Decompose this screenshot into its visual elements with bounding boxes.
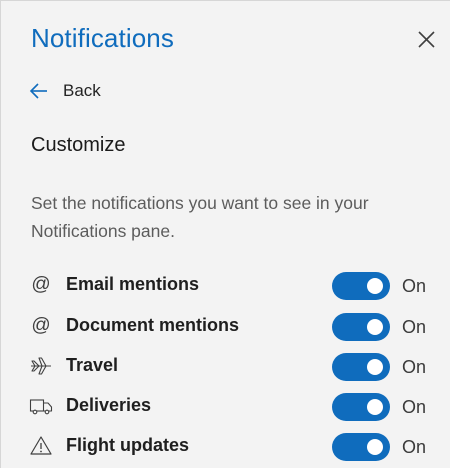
at-icon: @ bbox=[31, 315, 51, 336]
back-label: Back bbox=[63, 81, 101, 100]
setting-row-flight-updates: Flight updates On bbox=[1, 427, 450, 467]
setting-row-deliveries: Deliveries On bbox=[1, 387, 450, 427]
toggle-knob bbox=[367, 278, 383, 294]
deliveries-toggle[interactable] bbox=[332, 393, 390, 421]
toggle-knob bbox=[367, 439, 383, 455]
notifications-panel: Notifications Back Customize Set the not… bbox=[0, 0, 450, 468]
toggle-knob bbox=[367, 399, 383, 415]
setting-label: Email mentions bbox=[66, 274, 200, 294]
arrow-left-icon bbox=[29, 83, 47, 99]
setting-label: Document mentions bbox=[66, 315, 240, 335]
warning-icon bbox=[29, 434, 53, 458]
setting-label: Travel bbox=[66, 355, 119, 375]
at-icon: @ bbox=[31, 274, 51, 295]
flight-updates-toggle[interactable] bbox=[332, 433, 390, 461]
toggle-state: On bbox=[402, 397, 427, 417]
setting-row-document-mentions: @ Document mentions On bbox=[1, 307, 450, 347]
toggle-knob bbox=[367, 359, 383, 375]
document-mentions-toggle[interactable] bbox=[332, 313, 390, 341]
setting-label: Deliveries bbox=[66, 395, 152, 415]
airplane-icon bbox=[29, 354, 53, 378]
description-text: Set the notifications you want to see in… bbox=[31, 193, 369, 241]
section-heading: Customize bbox=[31, 134, 126, 156]
panel-title: Notifications bbox=[31, 23, 174, 53]
setting-row-travel: Travel On bbox=[1, 347, 450, 387]
close-button[interactable] bbox=[415, 28, 439, 52]
truck-icon bbox=[29, 394, 53, 418]
toggle-state: On bbox=[402, 357, 427, 377]
email-mentions-toggle[interactable] bbox=[332, 272, 390, 300]
toggle-state: On bbox=[402, 317, 427, 337]
setting-label: Flight updates bbox=[66, 435, 189, 455]
close-icon bbox=[418, 31, 435, 48]
toggle-state: On bbox=[402, 437, 427, 457]
toggle-state: On bbox=[402, 276, 427, 296]
toggle-knob bbox=[367, 319, 383, 335]
setting-row-email-mentions: @ Email mentions On bbox=[1, 266, 450, 306]
back-button[interactable]: Back bbox=[29, 79, 101, 103]
travel-toggle[interactable] bbox=[332, 353, 390, 381]
